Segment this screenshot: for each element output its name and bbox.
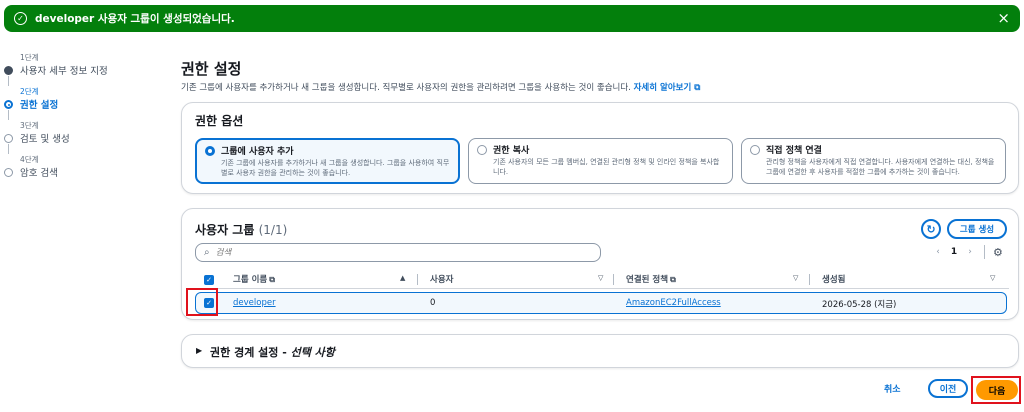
section-heading: 권한 경계 설정 - 선택 사항 bbox=[210, 344, 335, 360]
page-title: 권한 설정 bbox=[181, 60, 242, 78]
policy-link[interactable]: AmazonEC2FullAccess bbox=[626, 298, 721, 308]
highlight-box bbox=[186, 288, 218, 316]
option-attach-policies[interactable]: 직접 정책 연결 관리형 정책을 사용자에게 직접 연결합니다. 사용자에게 연… bbox=[741, 138, 1006, 184]
column-divider bbox=[809, 274, 810, 285]
pagination: ‹ 1 › ⚙ bbox=[932, 245, 1003, 259]
groups-heading-text: 사용자 그룹 bbox=[195, 223, 255, 237]
page-description: 기존 그룹에 사용자를 추가하거나 새 그룹을 생성합니다. 직무별로 사용자의… bbox=[181, 81, 700, 93]
column-header-policies[interactable]: 연결된 정책 ⧉ bbox=[626, 273, 676, 285]
step-status-dot-icon bbox=[4, 100, 13, 109]
permissions-boundary-section[interactable]: ▶ 권한 경계 설정 - 선택 사항 bbox=[181, 334, 1019, 368]
step-number: 1단계 bbox=[20, 53, 39, 62]
panel-heading: 권한 옵션 bbox=[195, 114, 244, 128]
external-link-icon: ⧉ bbox=[670, 275, 676, 284]
permission-options-panel: 권한 옵션 그룹에 사용자 추가 기존 그룹에 사용자를 추가하거나 새 그룹을… bbox=[181, 102, 1019, 194]
option-title: 직접 정책 연결 bbox=[766, 146, 822, 156]
search-icon: ⌕ bbox=[204, 247, 210, 258]
step-4: 4단계 암호 검색 bbox=[0, 150, 160, 184]
column-header-name[interactable]: 그룹 이름 ⧉ bbox=[233, 273, 275, 285]
success-flash-banner: ✓ developer 사용자 그룹이 생성되었습니다. × bbox=[4, 5, 1020, 32]
option-title: 그룹에 사용자 추가 bbox=[221, 147, 294, 157]
column-header-created[interactable]: 생성됨 bbox=[822, 273, 845, 285]
column-header-users[interactable]: 사용자 bbox=[430, 273, 453, 285]
close-icon[interactable]: × bbox=[997, 11, 1010, 26]
search-box[interactable]: ⌕ bbox=[195, 243, 601, 262]
optional-label: 선택 사항 bbox=[290, 346, 335, 359]
app-root: ✓ developer 사용자 그룹이 생성되었습니다. × 1단계 사용자 세… bbox=[0, 0, 1024, 412]
radio-icon[interactable] bbox=[477, 145, 487, 155]
column-label: 연결된 정책 bbox=[626, 275, 669, 285]
wizard-steps: 1단계 사용자 세부 정보 지정 2단계 권한 설정 3단계 검토 및 생성 4… bbox=[0, 48, 160, 184]
column-label: 그룹 이름 bbox=[233, 275, 268, 285]
option-copy-permissions[interactable]: 권한 복사 기존 사용자의 모든 그룹 멤버십, 연결된 관리형 정책 및 인라… bbox=[468, 138, 733, 184]
column-divider bbox=[417, 274, 418, 285]
select-all-checkbox[interactable]: ✓ bbox=[204, 275, 214, 285]
step-3: 3단계 검토 및 생성 bbox=[0, 116, 160, 150]
gear-icon[interactable]: ⚙ bbox=[993, 246, 1003, 259]
next-button[interactable]: 다음 bbox=[976, 380, 1018, 400]
learn-more-link[interactable]: 자세히 알아보기 ⧉ bbox=[634, 83, 701, 93]
step-status-dot-icon bbox=[4, 168, 13, 177]
previous-button[interactable]: 이전 bbox=[928, 379, 968, 398]
user-groups-panel: 사용자 그룹 (1/1) ↻ 그룹 생성 ⌕ ‹ 1 › ⚙ ✓ 그룹 이름⧉ … bbox=[181, 208, 1019, 320]
sort-icon[interactable]: ▽ bbox=[598, 274, 603, 282]
step-status-dot-icon bbox=[4, 66, 13, 75]
page-number[interactable]: 1 bbox=[944, 247, 964, 257]
step-number: 4단계 bbox=[20, 155, 39, 164]
step-1[interactable]: 1단계 사용자 세부 정보 지정 bbox=[0, 48, 160, 82]
caret-right-icon[interactable]: ▶ bbox=[196, 346, 202, 355]
option-title: 권한 복사 bbox=[493, 146, 530, 156]
cancel-button[interactable]: 취소 bbox=[884, 382, 901, 395]
option-desc: 기존 사용자의 모든 그룹 멤버십, 연결된 관리형 정책 및 인라인 정책을 … bbox=[493, 158, 720, 176]
chevron-right-icon[interactable]: › bbox=[964, 247, 976, 257]
success-check-icon: ✓ bbox=[14, 12, 27, 25]
option-add-to-group[interactable]: 그룹에 사용자 추가 기존 그룹에 사용자를 추가하거나 새 그룹을 생성합니다… bbox=[195, 138, 460, 184]
step-label: 권한 설정 bbox=[20, 100, 59, 111]
table-row[interactable]: ✓ developer 0 AmazonEC2FullAccess 2026-0… bbox=[195, 292, 1007, 314]
step-number: 2단계 bbox=[20, 87, 39, 96]
groups-count: (1/1) bbox=[258, 223, 288, 237]
external-link-icon: ⧉ bbox=[694, 83, 701, 93]
sort-icon[interactable]: ▽ bbox=[990, 274, 995, 282]
search-input[interactable] bbox=[215, 247, 576, 258]
group-name-link[interactable]: developer bbox=[233, 298, 276, 308]
step-number: 3단계 bbox=[20, 121, 39, 130]
flash-message: developer 사용자 그룹이 생성되었습니다. bbox=[35, 13, 235, 25]
step-2[interactable]: 2단계 권한 설정 bbox=[0, 82, 160, 116]
group-created-date: 2026-05-28 (지금) bbox=[822, 300, 897, 310]
refresh-icon: ↻ bbox=[926, 222, 936, 236]
step-label: 암호 검색 bbox=[20, 168, 58, 179]
section-heading-text: 권한 경계 설정 - bbox=[210, 346, 291, 359]
external-link-icon: ⧉ bbox=[269, 275, 275, 284]
panel-heading: 사용자 그룹 (1/1) bbox=[195, 221, 287, 238]
sort-icon[interactable]: ▽ bbox=[793, 274, 798, 282]
option-desc: 기존 그룹에 사용자를 추가하거나 새 그룹을 생성합니다. 그룹을 사용하여 … bbox=[221, 159, 450, 177]
radio-selected-icon[interactable] bbox=[205, 146, 215, 156]
refresh-button[interactable]: ↻ bbox=[921, 219, 941, 239]
description-text: 기존 그룹에 사용자를 추가하거나 새 그룹을 생성합니다. 직무별로 사용자의… bbox=[181, 83, 631, 93]
chevron-left-icon[interactable]: ‹ bbox=[932, 247, 944, 257]
step-label: 검토 및 생성 bbox=[20, 134, 70, 145]
learn-more-label: 자세히 알아보기 bbox=[633, 83, 692, 93]
option-desc: 관리형 정책을 사용자에게 직접 연결합니다. 사용자에게 연결하는 대신, 정… bbox=[766, 158, 995, 176]
table-header: ✓ 그룹 이름 ⧉ ▲ 사용자 ▽ 연결된 정책 ⧉ ▽ 생성됨 ▽ bbox=[195, 271, 1009, 289]
create-group-button[interactable]: 그룹 생성 bbox=[947, 219, 1007, 239]
column-divider bbox=[613, 274, 614, 285]
divider bbox=[984, 245, 985, 259]
group-users-count: 0 bbox=[430, 298, 436, 308]
step-status-dot-icon bbox=[4, 134, 13, 143]
step-label: 사용자 세부 정보 지정 bbox=[20, 66, 108, 77]
sort-ascending-icon[interactable]: ▲ bbox=[400, 274, 405, 282]
radio-icon[interactable] bbox=[750, 145, 760, 155]
